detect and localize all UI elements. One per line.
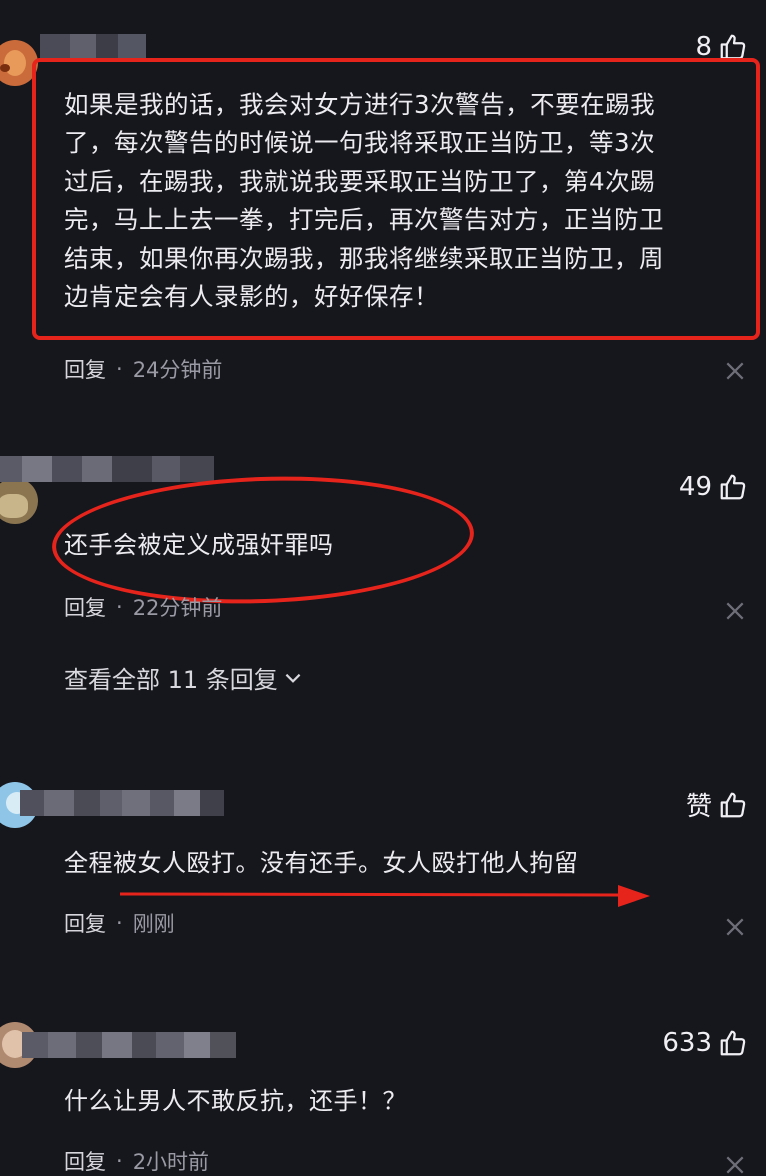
close-icon[interactable] xyxy=(724,1154,746,1176)
like-button[interactable]: 633 xyxy=(662,1028,748,1058)
username-blurred[interactable] xyxy=(22,1032,236,1058)
like-count: 633 xyxy=(662,1028,712,1058)
meta-separator: · xyxy=(116,1149,123,1173)
comment-text: 什么让男人不敢反抗，还手！？ xyxy=(64,1087,407,1115)
comment-4: 633 什么让男人不敢反抗，还手！？ 回复 · 2小时前 xyxy=(0,0,766,1174)
thumbs-up-icon xyxy=(720,1030,746,1056)
